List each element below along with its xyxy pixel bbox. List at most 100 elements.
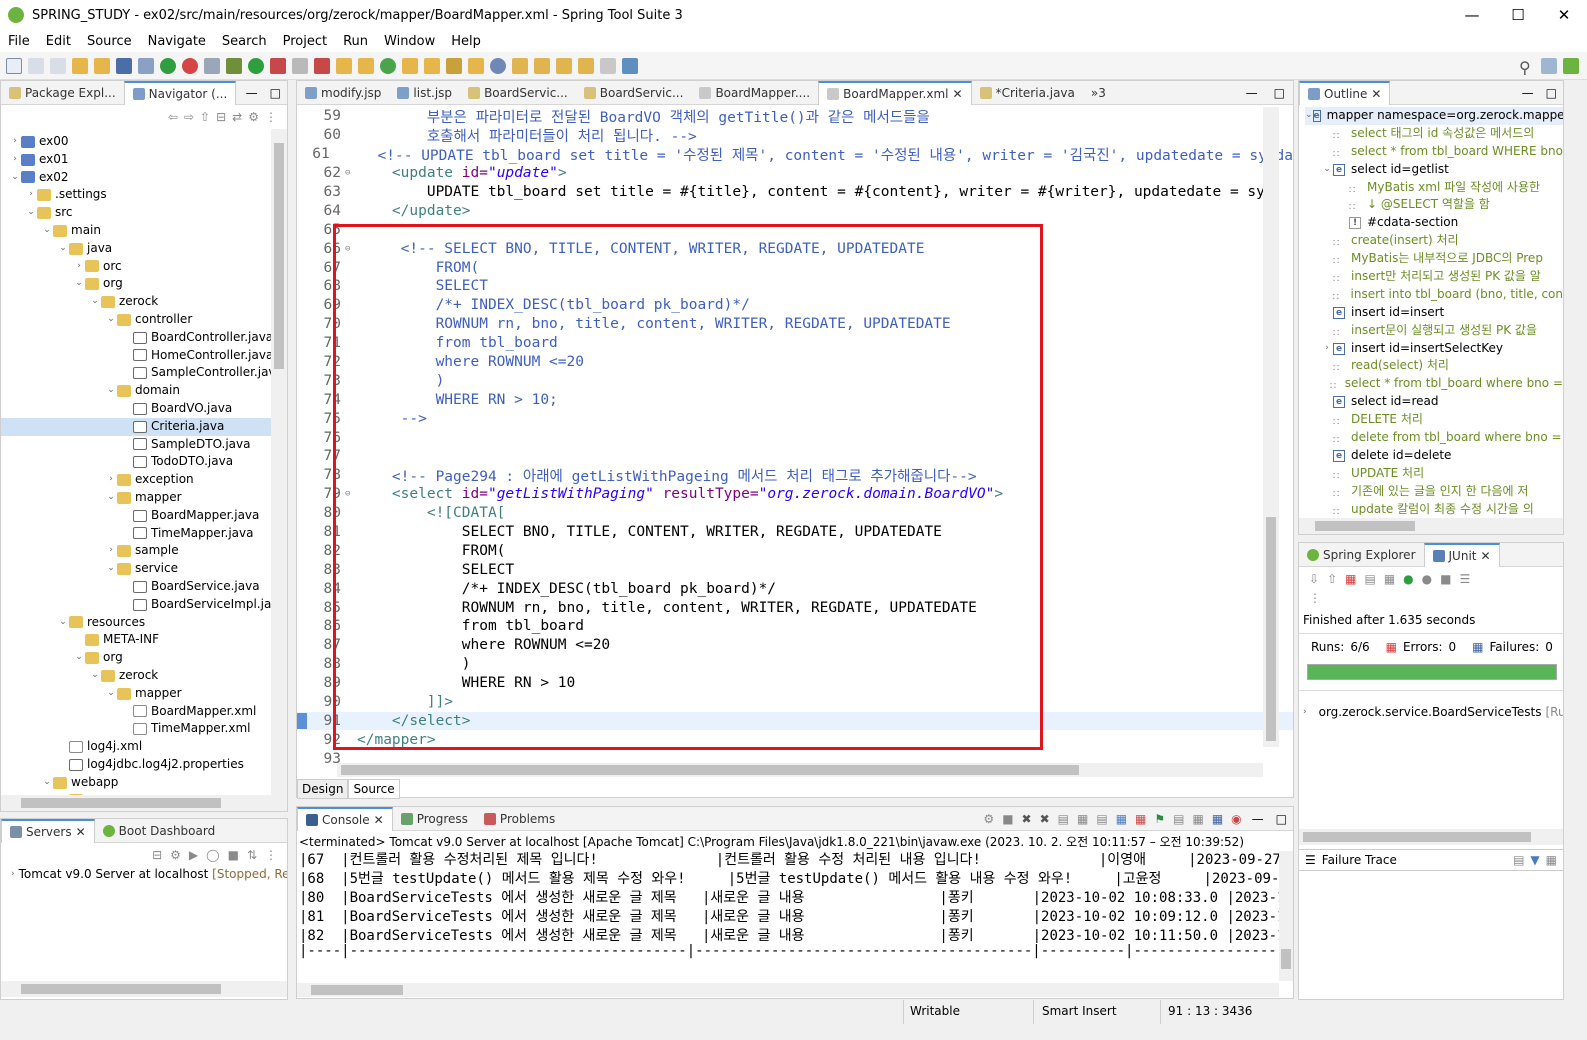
- tree-item[interactable]: › orc: [1, 258, 287, 276]
- expand-icon[interactable]: ›: [1303, 707, 1307, 717]
- expand-toggle-icon[interactable]: ⌄: [9, 169, 21, 187]
- outline-item[interactable]: ∷ delete from tbl_board where bno =: [1305, 429, 1563, 447]
- expand-toggle-icon[interactable]: ⌄: [1321, 161, 1333, 179]
- code-line[interactable]: 60 호출해서 파라미터들이 처리 됩니다. -->: [297, 126, 1293, 144]
- stop-run-icon[interactable]: ■: [1440, 572, 1451, 586]
- junit-horizontal-scrollbar[interactable]: [1299, 829, 1563, 845]
- outline-item[interactable]: e delete id=delete: [1305, 447, 1563, 465]
- tree-item[interactable]: TodoDTO.java: [1, 453, 287, 471]
- open-perspective-icon[interactable]: [1541, 57, 1557, 74]
- tab-package-explorer[interactable]: Package Expl...: [1, 81, 124, 105]
- scrollbar-thumb[interactable]: [21, 984, 221, 994]
- tab-servers[interactable]: Servers ✕: [1, 818, 95, 843]
- tree-item[interactable]: SampleDTO.java: [1, 436, 287, 454]
- profile-icon[interactable]: ◯: [206, 848, 219, 862]
- editor-tab[interactable]: »3: [1083, 81, 1114, 105]
- forward-arrow-icon[interactable]: [600, 57, 616, 74]
- expand-toggle-icon[interactable]: ⌄: [1305, 107, 1313, 125]
- menu-navigate[interactable]: Navigate: [140, 34, 214, 49]
- open-task-icon[interactable]: [424, 57, 440, 74]
- new-class-icon[interactable]: [380, 57, 396, 74]
- scrollbar-thumb[interactable]: [341, 765, 1079, 775]
- rerun-failed-icon[interactable]: ●: [1422, 572, 1432, 586]
- copy-trace-icon[interactable]: ▦: [1546, 853, 1557, 867]
- display-console-icon[interactable]: ▤: [1169, 812, 1188, 826]
- tab-progress[interactable]: Progress: [393, 807, 476, 831]
- terminate-icon[interactable]: ■: [998, 812, 1017, 826]
- tree-item[interactable]: ⌄ src: [1, 204, 287, 222]
- editor-vertical-scrollbar[interactable]: [1263, 107, 1279, 747]
- expand-toggle-icon[interactable]: ⌄: [25, 204, 37, 222]
- tree-item[interactable]: BoardMapper.xml: [1, 703, 287, 721]
- collapse-all-icon[interactable]: ⊟: [216, 110, 226, 124]
- expand-toggle-icon[interactable]: ⌄: [89, 293, 101, 311]
- save-all-icon[interactable]: [50, 57, 66, 74]
- tree-item[interactable]: ⌄ service: [1, 560, 287, 578]
- console-output[interactable]: |67 |컨트롤러 활용 수정처리된 제목 입니다! |컨트롤러 활용 수정 처…: [297, 849, 1293, 979]
- debug-server-icon[interactable]: ⚙: [170, 848, 181, 862]
- new-java-project-icon[interactable]: [336, 57, 352, 74]
- publish-icon[interactable]: ⇅: [247, 848, 257, 862]
- start-server-icon[interactable]: [160, 57, 176, 74]
- back-icon[interactable]: ⇦: [168, 110, 178, 124]
- remove-launch-icon[interactable]: ✖: [1018, 812, 1036, 826]
- outline-item[interactable]: ∷ ↓ @SELECT 역할을 함: [1305, 196, 1563, 214]
- spring-perspective-icon[interactable]: [1563, 57, 1579, 74]
- console-toolbar-icon[interactable]: ⚙: [979, 812, 998, 826]
- maximize-view-icon[interactable]: □: [1266, 86, 1293, 100]
- tree-item[interactable]: META-INF: [1, 631, 287, 649]
- editor-tab[interactable]: BoardMapper.xml ✕: [818, 80, 972, 105]
- tree-item[interactable]: BoardServiceImpl.java: [1, 596, 287, 614]
- back-arrow-icon[interactable]: [578, 57, 594, 74]
- coverage-icon[interactable]: [270, 57, 286, 74]
- menu-project[interactable]: Project: [275, 34, 335, 49]
- scrollbar-thumb[interactable]: [1315, 521, 1415, 531]
- menu-edit[interactable]: Edit: [38, 34, 79, 49]
- expand-toggle-icon[interactable]: ⌄: [57, 240, 69, 258]
- open-type-icon[interactable]: [72, 57, 88, 74]
- outline-item[interactable]: ⌄ e select id=getlist: [1305, 161, 1563, 179]
- collapse-icon[interactable]: ⊟: [152, 848, 162, 862]
- editor-tab[interactable]: *Criteria.java: [972, 81, 1083, 105]
- prev-annotation-icon[interactable]: [534, 57, 550, 74]
- tree-item[interactable]: ⌄ org: [1, 275, 287, 293]
- new-icon[interactable]: [6, 57, 22, 74]
- outline-item[interactable]: ∷ insert만 처리되고 생성된 PK 값을 알: [1305, 268, 1563, 286]
- editor-tab[interactable]: BoardServic...: [460, 81, 576, 105]
- expand-toggle-icon[interactable]: ⌄: [73, 649, 85, 667]
- expand-toggle-icon[interactable]: ⌄: [41, 222, 53, 240]
- outline-item[interactable]: ∷ read(select) 처리: [1305, 357, 1563, 375]
- tab-console[interactable]: Console ✕: [297, 806, 393, 831]
- outline-item[interactable]: ⌄ e mapper namespace=org.zerock.mappe: [1305, 107, 1563, 125]
- outline-item[interactable]: e select id=read: [1305, 393, 1563, 411]
- tree-vertical-scrollbar[interactable]: [271, 129, 287, 795]
- tree-item[interactable]: TimeMapper.java: [1, 525, 287, 543]
- tree-item[interactable]: HomeController.java: [1, 347, 287, 365]
- minimize-view-icon[interactable]: —: [1246, 812, 1270, 826]
- outline-item[interactable]: ∷ MyBatis xml 파일 작성에 사용한: [1305, 179, 1563, 197]
- outline-item[interactable]: ∷ MyBatis는 내부적으로 JDBC의 Prep: [1305, 250, 1563, 268]
- maximize-button[interactable]: ☐: [1495, 0, 1541, 30]
- console-horizontal-scrollbar[interactable]: [297, 983, 1279, 997]
- menu-search[interactable]: Search: [214, 34, 275, 49]
- search-tool-icon[interactable]: [446, 57, 462, 74]
- search-icon[interactable]: ⚲: [1519, 58, 1535, 77]
- minimize-view-icon[interactable]: —: [1516, 86, 1540, 100]
- tree-item[interactable]: ⌄ org: [1, 649, 287, 667]
- filter-icon[interactable]: ⚙: [248, 110, 259, 124]
- tree-item[interactable]: ⌄ webapp: [1, 774, 287, 792]
- expand-toggle-icon[interactable]: ⌄: [89, 667, 101, 685]
- tab-boot-dashboard[interactable]: Boot Dashboard: [95, 819, 224, 843]
- start-icon[interactable]: ▶: [189, 848, 198, 862]
- tree-item[interactable]: › sample: [1, 542, 287, 560]
- expand-toggle-icon[interactable]: ⌄: [57, 614, 69, 632]
- tree-item[interactable]: ⌄ mapper: [1, 489, 287, 507]
- tree-item[interactable]: log4j.xml: [1, 738, 287, 756]
- remove-all-icon[interactable]: ✖: [1036, 812, 1054, 826]
- code-line[interactable]: 64 </update>: [297, 201, 1293, 220]
- tree-item[interactable]: › ex00: [1, 133, 287, 151]
- scrollbar-thumb[interactable]: [1281, 949, 1291, 969]
- failures-only-icon[interactable]: ▦: [1345, 572, 1356, 586]
- expand-toggle-icon[interactable]: ›: [1321, 340, 1333, 358]
- minimize-view-icon[interactable]: —: [1238, 86, 1266, 100]
